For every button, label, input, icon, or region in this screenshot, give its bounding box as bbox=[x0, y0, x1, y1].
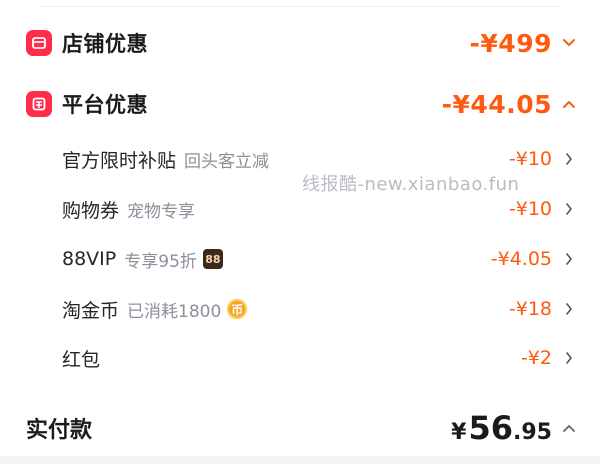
watermark-text: 线报酷-new.xianbao.fun bbox=[302, 174, 520, 195]
vip-note: 专享95折 bbox=[124, 251, 197, 272]
coupon-amount: -¥10 bbox=[508, 198, 552, 220]
total-row[interactable]: 实付款 ¥ 56 .95 bbox=[0, 406, 600, 450]
platform-discount-amount: -¥44.05 bbox=[441, 89, 552, 119]
taojinbi-label: 淘金币 bbox=[62, 299, 120, 322]
top-divider bbox=[40, 6, 560, 7]
hongbao-amount: -¥2 bbox=[520, 347, 552, 369]
store-discount-label: 店铺优惠 bbox=[62, 32, 148, 56]
total-label: 实付款 bbox=[26, 418, 93, 443]
chevron-down-icon[interactable] bbox=[560, 34, 578, 52]
hongbao-label: 红包 bbox=[62, 348, 101, 371]
list-item[interactable]: 淘金币 已消耗1800 币 -¥18 bbox=[0, 294, 600, 324]
taojinbi-amount: -¥18 bbox=[508, 298, 552, 320]
platform-badge-icon bbox=[26, 91, 52, 117]
chevron-right-icon[interactable] bbox=[560, 150, 578, 168]
total-currency: ¥ bbox=[451, 420, 467, 445]
total-integer: 56 bbox=[468, 409, 514, 447]
taojinbi-note: 已消耗1800 bbox=[127, 301, 222, 322]
list-item[interactable]: 红包 -¥2 bbox=[0, 343, 600, 373]
vip-label: 88VIP bbox=[62, 248, 117, 270]
store-discount-row[interactable]: 店铺优惠 -¥499 bbox=[0, 26, 600, 60]
chevron-right-icon[interactable] bbox=[560, 349, 578, 367]
platform-discount-label: 平台优惠 bbox=[62, 93, 148, 117]
chevron-up-icon[interactable] bbox=[560, 419, 578, 437]
chevron-up-icon[interactable] bbox=[560, 95, 578, 113]
coin-icon: 币 bbox=[227, 299, 248, 319]
coupon-label: 购物券 bbox=[62, 199, 120, 222]
coupon-note: 宠物专享 bbox=[127, 201, 196, 222]
subsidy-note: 回头客立减 bbox=[184, 151, 270, 172]
store-badge-icon bbox=[26, 30, 52, 56]
store-discount-amount: -¥499 bbox=[469, 28, 552, 58]
vip-88-icon: 88 bbox=[202, 249, 223, 269]
bottom-strip bbox=[0, 456, 600, 464]
vip-amount: -¥4.05 bbox=[490, 248, 552, 270]
subsidy-label: 官方限时补贴 bbox=[62, 149, 177, 172]
chevron-right-icon[interactable] bbox=[560, 250, 578, 268]
platform-discount-row[interactable]: 平台优惠 -¥44.05 bbox=[0, 87, 600, 121]
chevron-right-icon[interactable] bbox=[560, 300, 578, 318]
chevron-right-icon[interactable] bbox=[560, 200, 578, 218]
total-decimal: .95 bbox=[513, 420, 552, 445]
list-item[interactable]: 购物券 宠物专享 -¥10 bbox=[0, 194, 600, 224]
list-item[interactable]: 88VIP 专享95折 88 -¥4.05 bbox=[0, 244, 600, 274]
subsidy-amount: -¥10 bbox=[508, 148, 552, 170]
